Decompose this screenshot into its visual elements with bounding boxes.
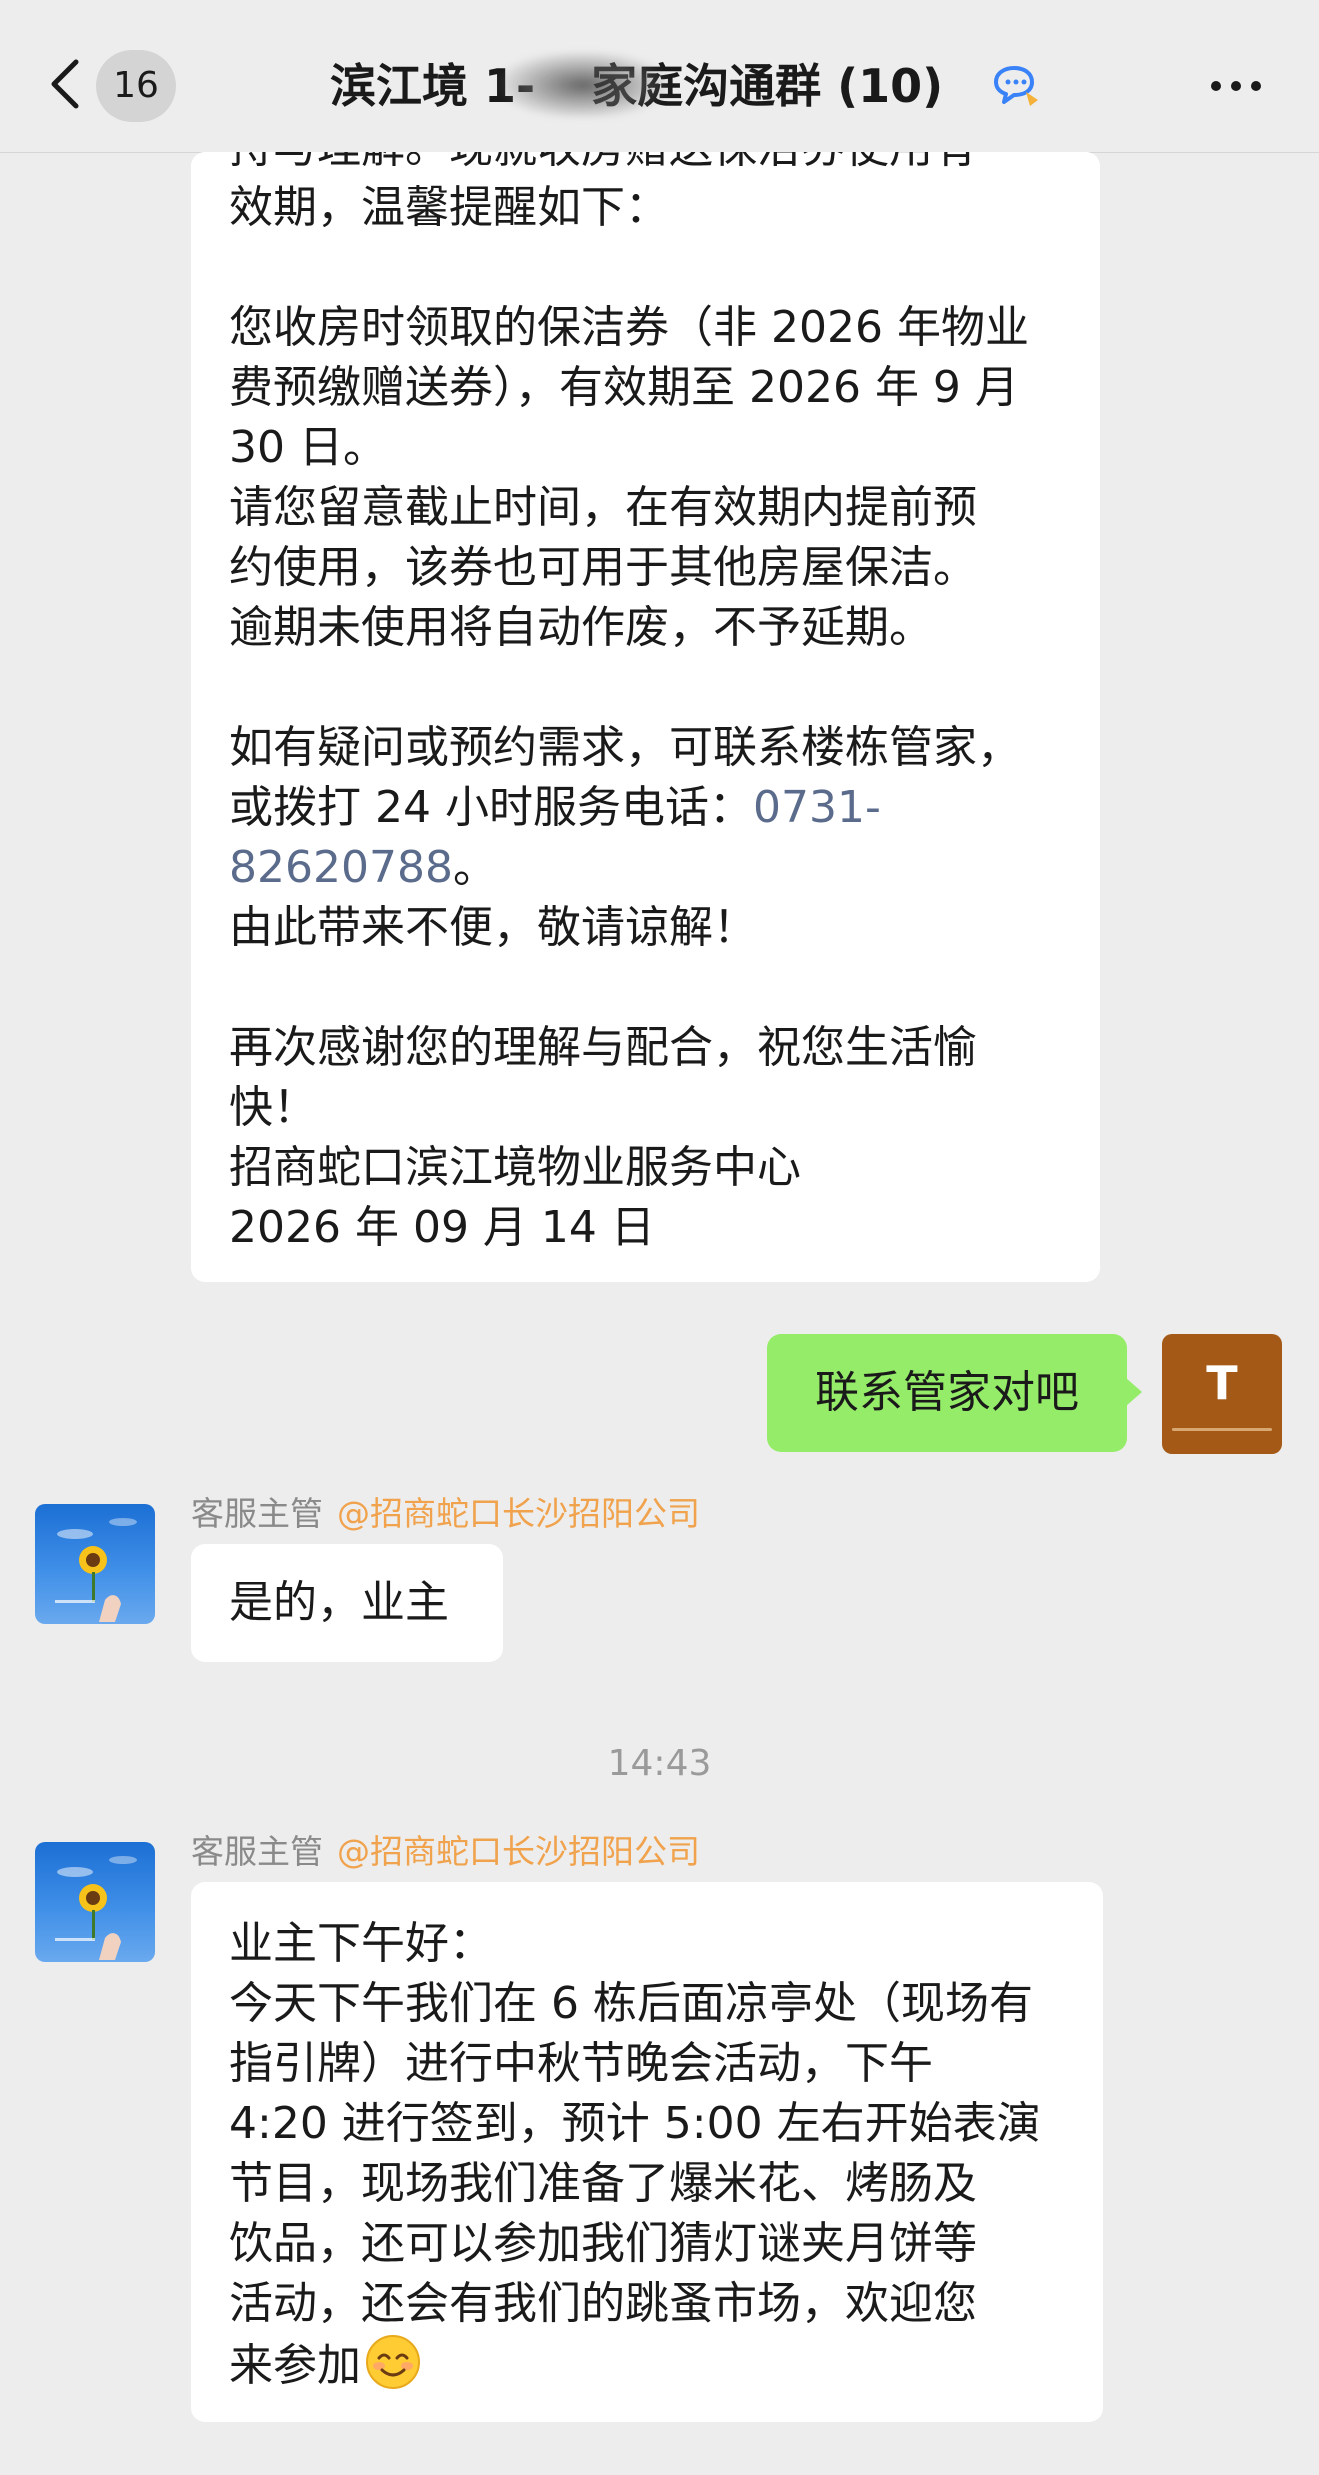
text-line: 逾期未使用将自动作废，不予延期。: [229, 602, 933, 653]
text-line: 或拨打 24 小时服务电话：0731-: [229, 778, 1064, 838]
text-line: 招商蛇口滨江境物业服务中心: [229, 1142, 801, 1193]
text-line: 约使用，该券也可用于其他房屋保洁。: [229, 542, 977, 593]
avatar-decoration: [1172, 1428, 1272, 1431]
text-line: 活动，还会有我们的跳蚤市场，欢迎您: [229, 2278, 977, 2329]
text-line: 如有疑问或预约需求，可联系楼栋管家，: [229, 722, 1021, 773]
text-line: 2026 年 09 月 14 日: [229, 1202, 655, 1253]
sunflower-icon: [55, 1518, 137, 1622]
text-line: 业主下午好：: [229, 1918, 493, 1969]
sender-name-line: 客服主管 @招商蛇口长沙招阳公司: [191, 1830, 700, 1874]
reply-message-bubble[interactable]: 是的，业主: [191, 1544, 503, 1662]
text-line: 今天下午我们在 6 栋后面凉亭处（现场有: [229, 1978, 1033, 2029]
text-line: 快！: [229, 1082, 317, 1133]
sunflower-icon: [55, 1856, 137, 1960]
text-line: 您收房时领取的保洁券（非 2026 年物业: [229, 302, 1029, 353]
notice-message-bubble[interactable]: 持与理解。现就收房赠送保洁券使用有 效期，温馨提醒如下： 您收房时领取的保洁券（…: [191, 152, 1100, 1282]
sender-avatar[interactable]: [35, 1842, 155, 1962]
text-line: 30 日。: [229, 422, 387, 473]
group-chat-icon[interactable]: [990, 64, 1042, 110]
smiling-face-emoji-icon: [366, 2335, 420, 2389]
text-line: 费预缴赠送券），有效期至 2026 年 9 月: [229, 362, 1019, 413]
company-mention[interactable]: @招商蛇口长沙招阳公司: [337, 1832, 700, 1871]
phone-link-part2[interactable]: 82620788: [229, 842, 453, 893]
text-line: 82620788。: [229, 838, 1064, 898]
text-line: 持与理解。现就收房赠送保洁券使用有: [229, 152, 1064, 178]
company-mention[interactable]: @招商蛇口长沙招阳公司: [337, 1494, 700, 1533]
text-line: 4:20 进行签到，预计 5:00 左右开始表演: [229, 2098, 1041, 2149]
phone-link-part1[interactable]: 0731-: [753, 782, 881, 833]
event-message-bubble[interactable]: 业主下午好： 今天下午我们在 6 栋后面凉亭处（现场有 指引牌）进行中秋节晚会活…: [191, 1882, 1103, 2422]
text-line: 请您留意截止时间，在有效期内提前预: [229, 482, 977, 533]
text-fragment: 。: [452, 842, 497, 893]
sender-avatar[interactable]: [35, 1504, 155, 1624]
unread-count-badge[interactable]: 16: [96, 50, 176, 122]
self-avatar[interactable]: T: [1162, 1334, 1282, 1454]
text-line: 饮品，还可以参加我们猜灯谜夹月饼等: [229, 2218, 977, 2269]
text-line: 指引牌）进行中秋节晚会活动，下午: [229, 2038, 933, 2089]
timestamp: 14:43: [607, 1743, 712, 1784]
sender-name: 客服主管: [191, 1832, 323, 1871]
text-line: 由此带来不便，敬请谅解！: [229, 902, 757, 953]
chat-header: 16 滨江境 1- 家庭沟通群 (10): [0, 0, 1319, 153]
sender-name: 客服主管: [191, 1494, 323, 1533]
text-line: 效期，温馨提醒如下：: [229, 182, 669, 233]
back-arrow-icon[interactable]: [46, 58, 82, 110]
bubble-tail: [1126, 1378, 1142, 1406]
text-line: 节目，现场我们准备了爆米花、烤肠及: [229, 2158, 977, 2209]
more-options-icon[interactable]: [1208, 78, 1264, 94]
sender-name-line: 客服主管 @招商蛇口长沙招阳公司: [191, 1492, 700, 1536]
self-message-bubble[interactable]: 联系管家对吧: [767, 1334, 1127, 1452]
avatar-letter: T: [1206, 1356, 1238, 1410]
text-line: 来参加: [229, 2334, 1073, 2396]
text-fragment: 或拨打 24 小时服务电话：: [229, 782, 753, 833]
text-line: 再次感谢您的理解与配合，祝您生活愉: [229, 1022, 977, 1073]
text-fragment: 来参加: [229, 2340, 361, 2391]
redaction-blur: [498, 52, 668, 118]
